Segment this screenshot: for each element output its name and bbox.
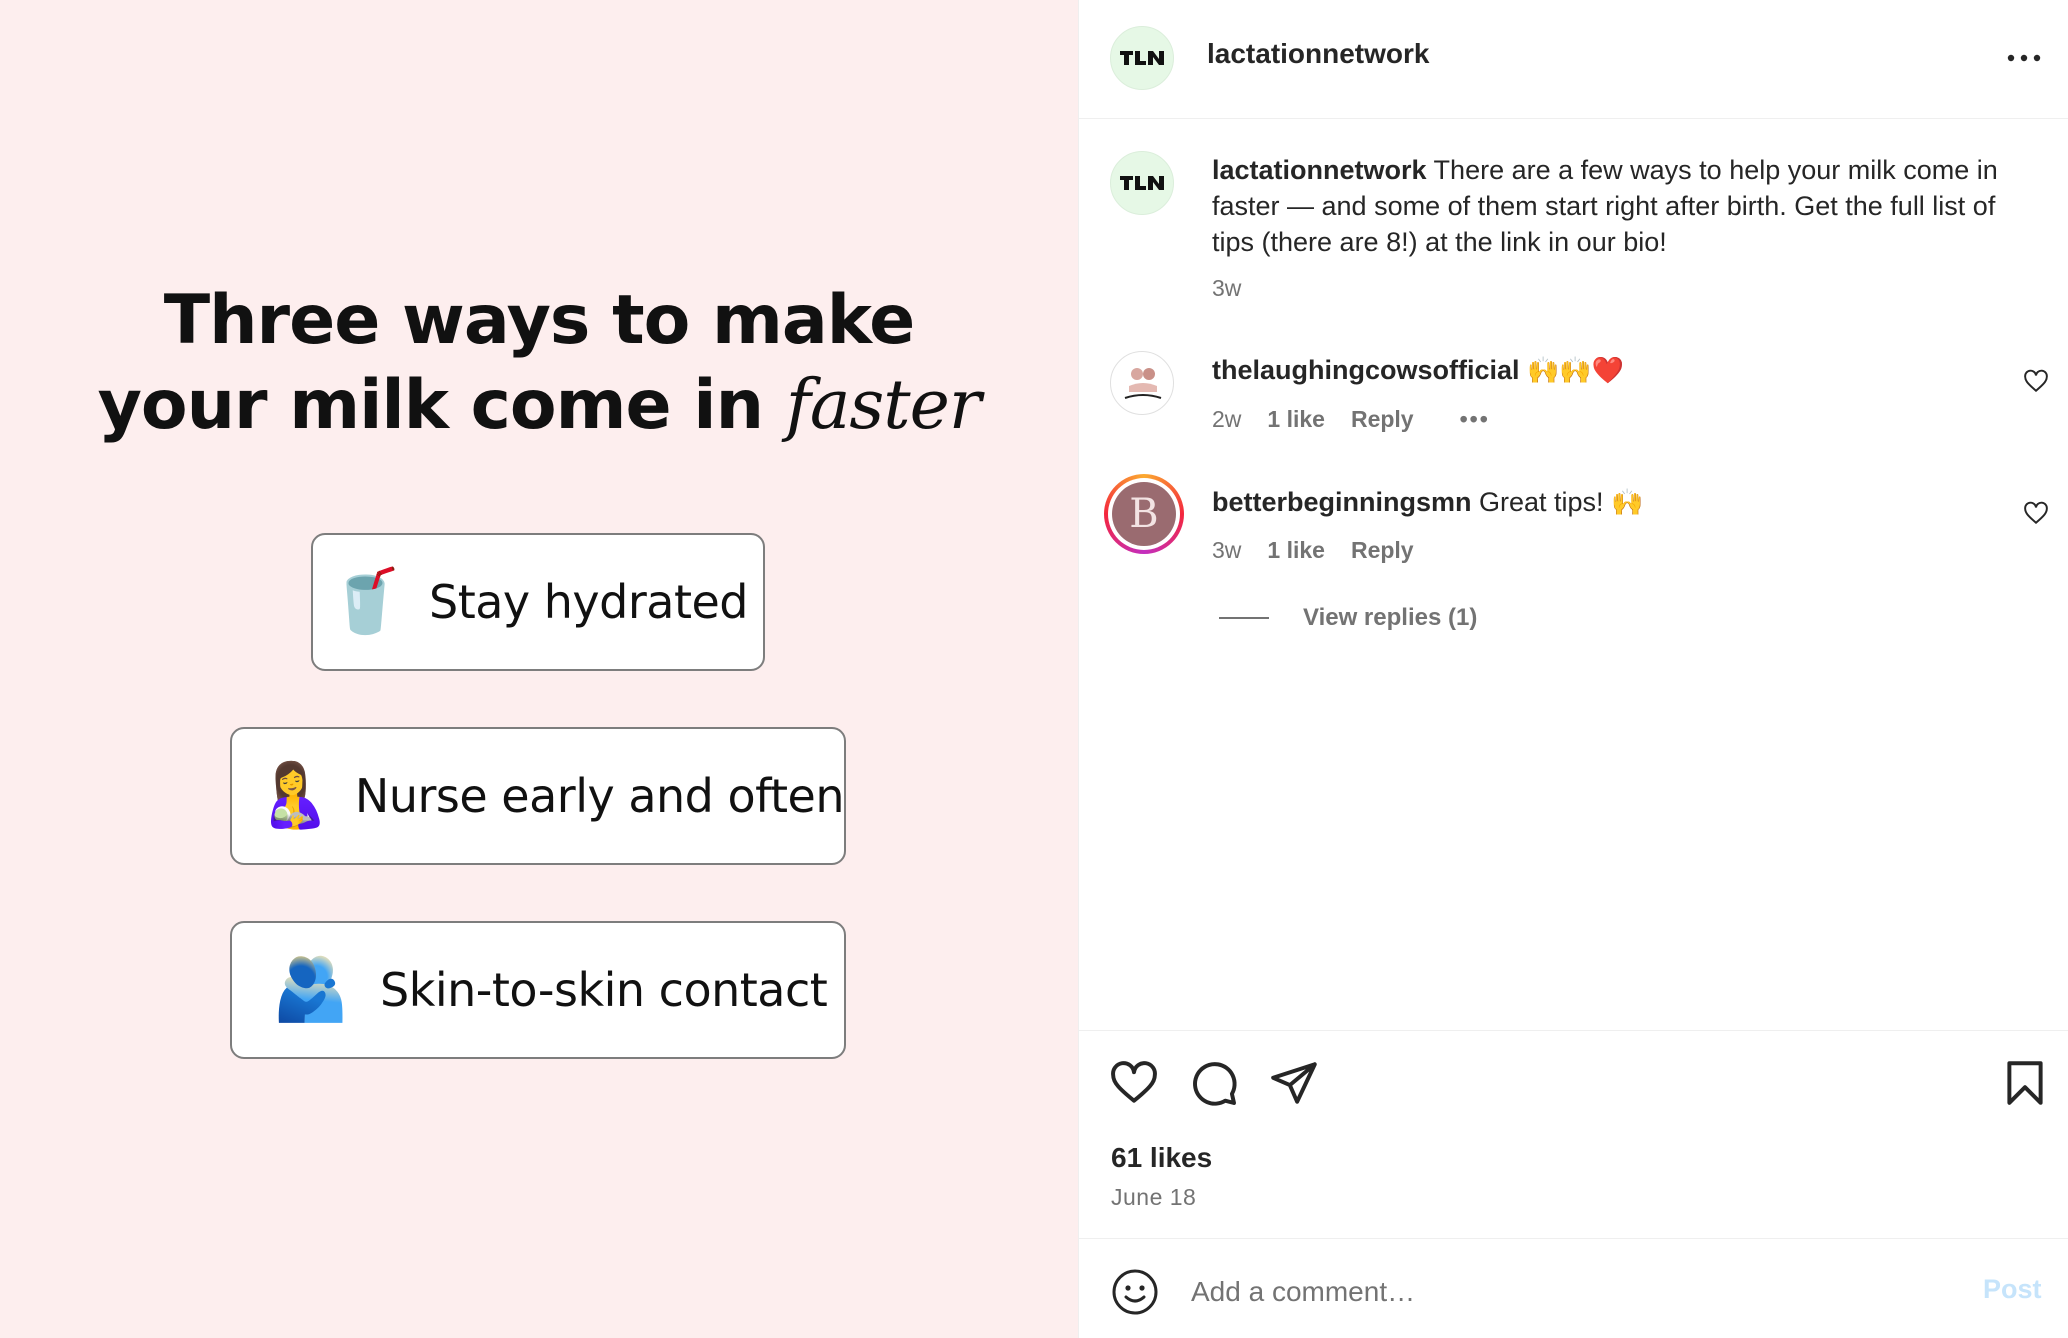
comment-username[interactable]: betterbeginningsmn bbox=[1212, 487, 1472, 517]
cows-logo-icon bbox=[1124, 368, 1162, 399]
comment-more-button[interactable]: ••• bbox=[1460, 406, 1490, 433]
author-username[interactable]: lactationnetwork bbox=[1207, 38, 1429, 70]
comment-emoji: 🙌 bbox=[1611, 487, 1644, 517]
post-detail-panel: lactationnetwork lactationnetwork There … bbox=[1078, 0, 2068, 1338]
like-comment-heart-icon[interactable] bbox=[2023, 500, 2049, 526]
avatar-letter: B bbox=[1112, 482, 1176, 546]
caption-author-avatar[interactable] bbox=[1110, 151, 1174, 215]
cup-with-straw-icon: 🥤 bbox=[327, 567, 405, 636]
comment-bubble-icon[interactable] bbox=[1189, 1058, 1239, 1108]
likes-count[interactable]: 61 likes bbox=[1111, 1142, 1212, 1174]
reply-button[interactable]: Reply bbox=[1351, 537, 1414, 564]
view-replies-button[interactable]: View replies (1) bbox=[1219, 604, 1477, 632]
comment-time[interactable]: 2w bbox=[1212, 406, 1241, 433]
emoji-smiley-icon[interactable] bbox=[1111, 1268, 1159, 1316]
comment-likes-count[interactable]: 1 like bbox=[1267, 406, 1325, 433]
comment-username[interactable]: thelaughingcowsofficial bbox=[1212, 355, 1520, 385]
headline-italic-word: faster bbox=[785, 366, 982, 445]
post-caption: lactationnetwork There are a few ways to… bbox=[1212, 152, 2042, 260]
share-send-icon[interactable] bbox=[1269, 1058, 1319, 1108]
like-heart-icon[interactable] bbox=[1109, 1058, 1159, 1108]
post-date[interactable]: June 18 bbox=[1111, 1184, 1196, 1211]
comment-likes-count[interactable]: 1 like bbox=[1267, 537, 1325, 564]
comment-emoji: 🙌🙌❤️ bbox=[1527, 355, 1625, 385]
headline-line-1: Three ways to make bbox=[163, 281, 916, 360]
tln-logo-icon bbox=[1120, 176, 1164, 190]
header-divider bbox=[1079, 118, 2068, 119]
tip-label: Stay hydrated bbox=[429, 575, 748, 629]
tip-card-skin-to-skin: 🫂 Skin-to-skin contact bbox=[230, 921, 846, 1059]
reply-button[interactable]: Reply bbox=[1351, 406, 1414, 433]
add-comment-input[interactable] bbox=[1191, 1270, 1951, 1314]
like-comment-heart-icon[interactable] bbox=[2023, 368, 2049, 394]
more-horizontal-icon bbox=[2007, 54, 2041, 62]
actions-divider bbox=[1079, 1030, 2068, 1031]
comment-2-meta: 3w 1 like Reply bbox=[1212, 537, 1414, 564]
tln-logo-icon bbox=[1120, 51, 1164, 65]
author-avatar[interactable] bbox=[1110, 26, 1174, 90]
save-bookmark-icon[interactable] bbox=[2000, 1058, 2050, 1108]
comment-text: Great tips! bbox=[1471, 487, 1612, 517]
comment-2: betterbeginningsmn Great tips! 🙌 bbox=[1212, 484, 1643, 520]
caption-username[interactable]: lactationnetwork bbox=[1212, 155, 1427, 185]
comment-box-divider bbox=[1079, 1238, 2068, 1239]
tip-card-nurse-early: 🤱 Nurse early and often bbox=[230, 727, 846, 865]
replies-line bbox=[1219, 617, 1269, 619]
view-replies-label: View replies (1) bbox=[1303, 604, 1478, 631]
post-image[interactable]: Three ways to make your milk come in fas… bbox=[0, 0, 1078, 1338]
people-hugging-icon: 🫂 bbox=[272, 955, 350, 1024]
tip-label: Skin-to-skin contact bbox=[380, 963, 828, 1017]
headline-line-2: your milk come in faster bbox=[0, 363, 1078, 449]
headline-line-2-text: your milk come in bbox=[97, 366, 786, 445]
post-comment-button[interactable]: Post bbox=[1983, 1274, 2042, 1305]
caption-meta: 3w bbox=[1212, 275, 1241, 302]
comment-1-meta: 2w 1 like Reply ••• bbox=[1212, 406, 1490, 433]
commenter-avatar-betterbeginnings[interactable]: B bbox=[1104, 474, 1184, 554]
tip-label: Nurse early and often bbox=[354, 769, 845, 823]
comment-1: thelaughingcowsofficial 🙌🙌❤️ bbox=[1212, 352, 1624, 388]
caption-time[interactable]: 3w bbox=[1212, 275, 1241, 302]
commenter-avatar-thelaughingcows[interactable] bbox=[1110, 351, 1174, 415]
breastfeeding-icon: 🤱 bbox=[254, 761, 333, 830]
more-options-button[interactable] bbox=[1999, 38, 2049, 78]
tip-card-stay-hydrated: 🥤 Stay hydrated bbox=[311, 533, 765, 671]
comment-time[interactable]: 3w bbox=[1212, 537, 1241, 564]
avatar-ring-gap: B bbox=[1108, 478, 1180, 550]
